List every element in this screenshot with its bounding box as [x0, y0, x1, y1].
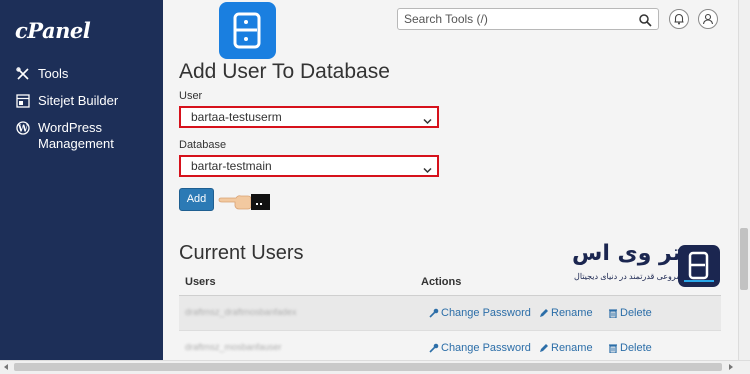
search-icon[interactable]: [638, 13, 652, 27]
delete-link[interactable]: Delete: [608, 307, 652, 319]
table-row: draftmsz_draftmosbanfadex Change Passwor…: [179, 296, 721, 331]
delete-label: Delete: [620, 342, 652, 354]
change-password-link[interactable]: Change Password: [429, 342, 531, 354]
user-select-value: bartaa-testuserm: [191, 110, 282, 124]
horizontal-scroll-thumb[interactable]: [14, 363, 722, 371]
sidebar-item-wordpress[interactable]: W WordPress Management: [16, 120, 136, 152]
user-name-cell: draftmsz_draftmosbanfadex: [185, 307, 297, 317]
sidebar-item-label: WordPress Management: [38, 120, 114, 151]
search-placeholder: Search Tools (/): [404, 12, 488, 26]
delete-label: Delete: [620, 307, 652, 319]
user-menu-button[interactable]: [698, 9, 718, 29]
sitejet-icon: [16, 94, 30, 108]
key-icon: [429, 343, 439, 353]
vertical-scrollbar[interactable]: [738, 0, 750, 360]
notifications-button[interactable]: [669, 9, 689, 29]
pencil-icon: [540, 344, 548, 352]
sidebar: cPanel Tools Sitejet Builder W WordPress…: [0, 0, 163, 373]
brand-logo-icon: [219, 2, 276, 59]
database-select[interactable]: bartar-testmain: [179, 155, 439, 177]
rename-link[interactable]: Rename: [539, 307, 593, 319]
trash-icon: [609, 309, 617, 318]
table-header: Users Actions: [179, 271, 721, 296]
change-password-label: Change Password: [441, 307, 531, 319]
actions-column-header: Actions: [421, 276, 462, 288]
bell-icon: [674, 13, 684, 25]
vertical-scroll-thumb[interactable]: [740, 228, 748, 290]
current-users-heading: Current Users: [179, 242, 304, 264]
users-column-header[interactable]: Users: [185, 276, 216, 288]
svg-text:W: W: [17, 125, 29, 135]
rename-label: Rename: [551, 307, 593, 319]
database-label: Database: [179, 139, 227, 151]
user-label: User: [179, 90, 203, 102]
rename-link[interactable]: Rename: [539, 342, 593, 354]
database-select-value: bartar-testmain: [191, 159, 272, 173]
sidebar-item-sitejet[interactable]: Sitejet Builder: [16, 93, 118, 109]
change-password-label: Change Password: [441, 342, 531, 354]
chevron-down-icon: [423, 163, 432, 174]
rename-label: Rename: [551, 342, 593, 354]
chevron-down-icon: [423, 114, 432, 125]
change-password-link[interactable]: Change Password: [429, 307, 531, 319]
delete-link[interactable]: Delete: [608, 342, 652, 354]
pencil-icon: [540, 309, 548, 317]
sidebar-item-label: Sitejet Builder: [38, 93, 119, 108]
tools-icon: [16, 67, 30, 81]
sidebar-item-tools[interactable]: Tools: [16, 66, 68, 82]
scroll-right-icon[interactable]: [727, 363, 735, 371]
scroll-left-icon[interactable]: [2, 363, 10, 371]
pointing-hand-icon: [218, 189, 273, 211]
page-title: Add User To Database: [179, 60, 390, 83]
add-button[interactable]: Add: [179, 188, 214, 211]
user-name-cell: draftmsz_mosbanfauser: [185, 342, 282, 352]
trash-icon: [609, 344, 617, 353]
key-icon: [429, 308, 439, 318]
wordpress-icon: W: [16, 121, 30, 135]
search-input[interactable]: Search Tools (/): [397, 8, 659, 30]
user-icon: [702, 13, 714, 25]
sidebar-item-label: Tools: [38, 66, 69, 81]
user-select[interactable]: bartaa-testuserm: [179, 106, 439, 128]
cpanel-logo[interactable]: cPanel: [15, 18, 91, 43]
